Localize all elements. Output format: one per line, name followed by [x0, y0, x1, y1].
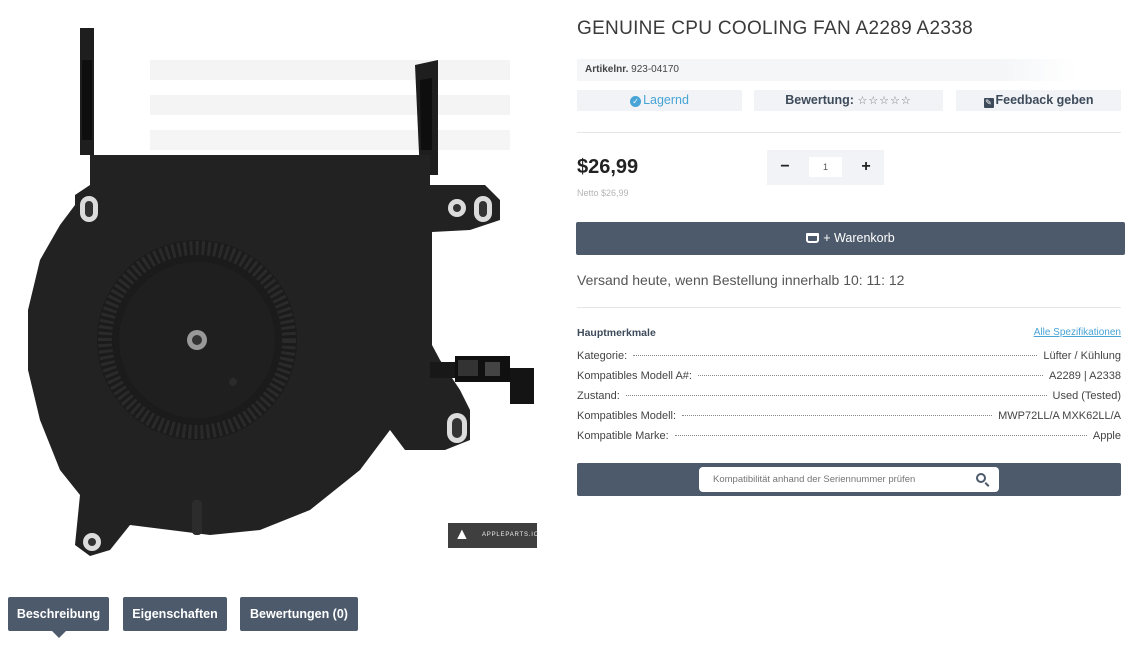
- spec-row: Kompatible Marke: Apple: [577, 430, 1121, 450]
- spec-row: Zustand: Used (Tested): [577, 390, 1121, 410]
- spec-row: Kompatibles Modell: MWP72LL/A MXK62LL/A: [577, 410, 1121, 430]
- search-icon[interactable]: [976, 473, 986, 483]
- serial-number-input[interactable]: [713, 472, 963, 487]
- divider: [577, 307, 1121, 308]
- watermark-text: APPLEPARTS.IO: [482, 532, 540, 538]
- edit-icon: ✎: [983, 98, 994, 108]
- tab-eigenschaften[interactable]: Eigenschaften: [123, 597, 227, 631]
- add-to-cart-button[interactable]: + Warenkorb: [576, 222, 1125, 255]
- check-circle-icon: ✓: [630, 96, 642, 107]
- feedback-button[interactable]: ✎ Feedback geben: [956, 90, 1121, 111]
- decrease-quantity-button[interactable]: −: [774, 156, 796, 178]
- spec-row: Kompatibles Modell A#: A2289 | A2338: [577, 370, 1121, 390]
- spec-row: Kategorie: Lüfter / Kühlung: [577, 350, 1121, 370]
- stock-status: ✓ Lagernd: [577, 90, 742, 111]
- star-rating-icons[interactable]: ☆☆☆☆☆: [857, 95, 911, 107]
- sku-value: 923-04170: [631, 64, 679, 75]
- serial-search-field: [699, 467, 999, 492]
- spec-key: Kompatible Marke:: [577, 430, 669, 442]
- dotted-leader: [625, 395, 1047, 396]
- dotted-leader: [682, 415, 993, 416]
- product-image[interactable]: ▲ APPLEPARTS.IO: [0, 0, 560, 575]
- spec-value: Lüfter / Kühlung: [1043, 350, 1121, 362]
- cooling-fan-illustration: [28, 28, 534, 556]
- spec-key: Kompatibles Modell:: [577, 410, 677, 422]
- rating-label: Bewertung:: [785, 93, 854, 107]
- spec-list: Kategorie: Lüfter / Kühlung Kompatibles …: [577, 350, 1121, 450]
- dotted-leader: [633, 355, 1038, 356]
- tab-beschreibung[interactable]: Beschreibung: [8, 597, 109, 638]
- tab-bewertungen[interactable]: Bewertungen (0): [240, 597, 358, 631]
- quantity-stepper: − +: [767, 150, 884, 185]
- stock-label: Lagernd: [643, 93, 689, 107]
- status-row: ✓ Lagernd Bewertung: ☆☆☆☆☆ ✎ Feedback gebe…: [577, 90, 1121, 111]
- logo-mark-icon: ▲: [454, 526, 471, 543]
- product-title: GENUINE CPU COOLING FAN A2289 A2338: [577, 18, 973, 39]
- rating-display[interactable]: Bewertung: ☆☆☆☆☆: [754, 90, 943, 111]
- all-specs-link[interactable]: Alle Spezifikationen: [1034, 327, 1121, 338]
- quantity-input[interactable]: [809, 157, 842, 177]
- spec-key: Kategorie:: [577, 350, 628, 362]
- sku-label: Artikelnr.: [585, 64, 629, 75]
- spec-key: Zustand:: [577, 390, 620, 402]
- features-heading: Hauptmerkmale: [577, 327, 656, 339]
- sku-bar: Artikelnr. 923-04170: [577, 59, 1077, 81]
- divider: [577, 132, 1121, 133]
- spec-value: Apple: [1092, 430, 1121, 442]
- watermark-logo: ▲ APPLEPARTS.IO: [448, 523, 540, 548]
- increase-quantity-button[interactable]: +: [855, 156, 877, 178]
- dotted-leader: [674, 435, 1087, 436]
- netto-price: Netto $26,99: [577, 188, 629, 198]
- shipping-countdown: Versand heute, wenn Bestellung innerhalb…: [577, 272, 905, 288]
- feedback-label: Feedback geben: [995, 93, 1094, 107]
- dotted-leader: [697, 375, 1044, 376]
- add-to-cart-label: + Warenkorb: [823, 231, 895, 245]
- spec-value: A2289 | A2338: [1049, 370, 1121, 382]
- basket-icon: [806, 233, 820, 243]
- spec-key: Kompatibles Modell A#:: [577, 370, 692, 382]
- price: $26,99: [577, 156, 639, 178]
- spec-value: MWP72LL/A MXK62LL/A: [998, 410, 1121, 422]
- serial-check-bar: [577, 463, 1121, 496]
- spec-value: Used (Tested): [1052, 390, 1121, 402]
